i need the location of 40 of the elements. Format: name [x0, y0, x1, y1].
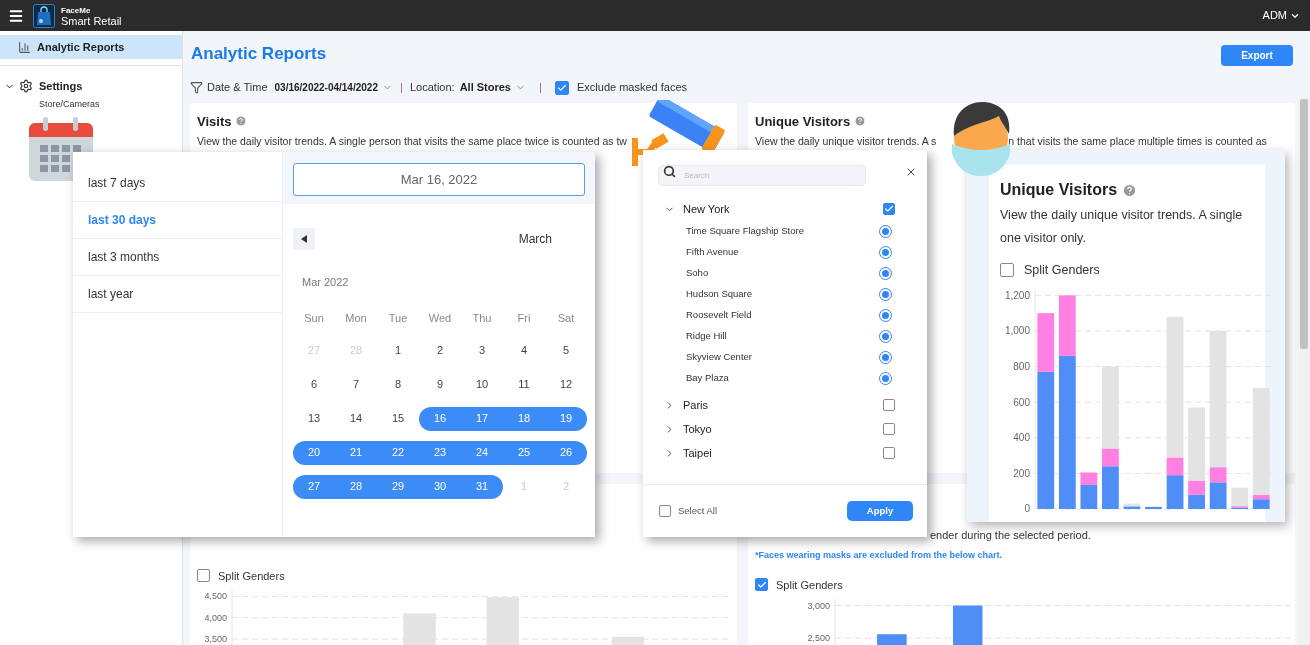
checkbox-label: Split Genders [776, 577, 843, 593]
axis-tick-label: 1,200 [1004, 289, 1030, 301]
filter-label: Date & Time [207, 80, 268, 96]
axis-tick-label: 4,000 [204, 612, 227, 623]
card-title: Visits [197, 112, 232, 131]
card-description: View the daily visitor trends. A single person that visits the same place twice is counted as tw [197, 135, 627, 147]
checkbox-label: Exclude masked faces [577, 80, 688, 96]
month-label: Mar 2022 [302, 276, 349, 288]
axis-tick-label: 3,500 [204, 634, 227, 645]
axis-tick-label: 0 [1024, 503, 1030, 512]
card-description: View the daily unique visitor trends. A single [1000, 207, 1244, 224]
card-description: one visitor only. [1000, 230, 1087, 247]
filter-label: Location: [409, 80, 455, 96]
card-description: n that visits the same place multiple times is counted as [1008, 134, 1267, 149]
card-title: Unique Visitors [755, 112, 851, 131]
axis-tick-label: 800 [1013, 360, 1030, 372]
axis-tick-label: 3,000 [807, 600, 830, 611]
card-title: Unique Visitors [1000, 180, 1118, 200]
weekday-label: Sat [556, 311, 576, 326]
checkbox-label: Select All [678, 503, 719, 518]
axis-tick-label: 600 [1013, 396, 1030, 408]
weekday-label: Fri [516, 311, 532, 326]
weekday-label: Thu [471, 311, 493, 326]
checkbox-label: Split Genders [1024, 262, 1100, 279]
chart-note: *Faces wearing masks are excluded from the below chart. [755, 549, 1003, 560]
axis-tick-label: 2,500 [807, 633, 830, 644]
page-title: Analytic Reports [191, 43, 327, 65]
weekday-label: Tue [387, 311, 409, 326]
axis-tick-label: 4,500 [204, 591, 227, 602]
weekday-label: Sun [303, 311, 325, 326]
brand-title: Smart Retail [61, 15, 122, 27]
axis-tick-label: 1,000 [1004, 325, 1030, 337]
axis-tick-label: 200 [1013, 467, 1030, 479]
weekday-label: Mon [344, 311, 368, 326]
axis-tick-label: 400 [1013, 431, 1030, 443]
card-description: View the daily unique visitor trends. A s [755, 134, 937, 149]
checkbox-label: Split Genders [218, 568, 285, 584]
weekday-label: Wed [427, 311, 453, 326]
brand-subtitle: FaceMe [61, 4, 92, 16]
card-description: ender during the selected period. [930, 528, 1091, 541]
